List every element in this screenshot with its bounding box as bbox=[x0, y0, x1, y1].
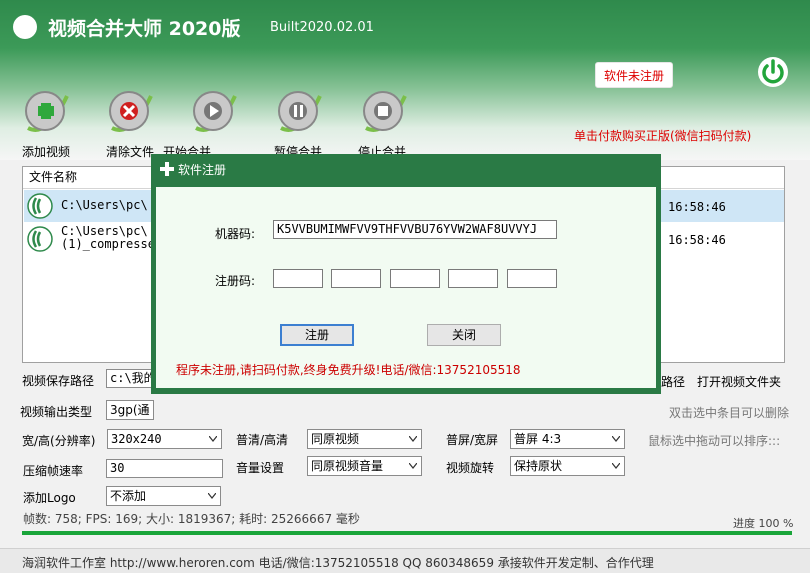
app-title: 视频合并大师 2020版 bbox=[48, 18, 241, 40]
resolution-label: 宽/高(分辨率) bbox=[22, 434, 96, 448]
video-file-icon bbox=[27, 193, 53, 219]
screen-value: 普屏 4:3 bbox=[514, 432, 562, 446]
fps-label: 压缩帧速率 bbox=[23, 464, 84, 478]
close-button[interactable]: 关闭 bbox=[427, 324, 501, 346]
buy-link[interactable]: 单击付款购买正版(微信扫码付款) bbox=[574, 127, 751, 144]
delete-icon bbox=[109, 91, 153, 132]
register-button[interactable]: 注册 bbox=[280, 324, 354, 346]
screen-label: 普屏/宽屏 bbox=[446, 433, 499, 447]
reg-code-input-1[interactable] bbox=[273, 269, 323, 288]
pause-merge-button[interactable]: 暂停合并 bbox=[274, 88, 335, 159]
file-time: 16:58:46 bbox=[668, 233, 726, 247]
register-dialog: 软件注册 机器码: K5VVBUMIMWFVV9THFVVBU76YVW2WAF… bbox=[151, 154, 661, 394]
chevron-down-icon bbox=[612, 436, 620, 442]
screen-select[interactable]: 普屏 4:3 bbox=[510, 429, 625, 449]
resolution-value: 320x240 bbox=[111, 432, 162, 446]
dialog-body: 机器码: K5VVBUMIMWFVV9THFVVBU76YVW2WAF8UVVY… bbox=[156, 187, 656, 388]
output-type-select[interactable]: 3gp(通 bbox=[106, 400, 154, 420]
file-path: C:\Users\pc\ (1)_compresse bbox=[61, 225, 155, 251]
dialog-title: 软件注册 bbox=[178, 163, 227, 177]
add-video-button[interactable]: 添加视频 bbox=[22, 88, 82, 159]
save-path-label: 视频保存路径 bbox=[22, 374, 95, 388]
save-path-input[interactable]: c:\我的 bbox=[106, 369, 154, 388]
pause-icon bbox=[278, 91, 322, 132]
machine-code-label: 机器码: bbox=[215, 227, 256, 241]
play-icon bbox=[193, 91, 237, 132]
progress-label: 进度 100 % bbox=[733, 517, 794, 530]
file-path: C:\Users\pc\ bbox=[61, 198, 148, 212]
quality-select[interactable]: 同原视频 bbox=[307, 429, 422, 449]
chevron-down-icon bbox=[208, 493, 216, 499]
rotate-select[interactable]: 保持原状 bbox=[510, 456, 625, 476]
dblclick-hint: 双击选中条目可以删除 bbox=[669, 406, 790, 420]
resolution-select[interactable]: 320x240 bbox=[107, 429, 222, 449]
add-video-label: 添加视频 bbox=[22, 145, 71, 159]
stop-merge-button[interactable]: 停止合并 bbox=[358, 88, 420, 159]
reg-code-input-5[interactable] bbox=[507, 269, 557, 288]
open-folder-link[interactable]: 打开视频文件夹 bbox=[697, 373, 781, 390]
reg-code-input-2[interactable] bbox=[331, 269, 381, 288]
logo-value: 不添加 bbox=[110, 489, 147, 503]
plus-icon bbox=[160, 162, 174, 176]
chevron-down-icon bbox=[209, 436, 217, 442]
chevron-down-icon bbox=[612, 463, 620, 469]
progress-fill bbox=[22, 531, 792, 535]
output-type-label: 视频输出类型 bbox=[20, 405, 93, 419]
drag-hint: 鼠标选中拖动可以排序::: bbox=[648, 434, 781, 448]
rotate-value: 保持原状 bbox=[514, 459, 563, 473]
file-path-line2: (1)_compresse bbox=[61, 237, 155, 251]
stop-icon bbox=[363, 91, 407, 132]
file-time: 16:58:46 bbox=[668, 200, 726, 214]
register-status-button[interactable]: 软件未注册 bbox=[595, 62, 673, 88]
progress-bar bbox=[22, 531, 792, 535]
reg-code-input-3[interactable] bbox=[390, 269, 440, 288]
fps-input[interactable]: 30 bbox=[106, 459, 223, 478]
choose-path-link[interactable]: 路径 bbox=[661, 373, 685, 390]
logo-select[interactable]: 不添加 bbox=[106, 486, 221, 506]
unregistered-warning: 程序未注册,请扫码付款,终身免费升级!电话/微信:13752105518 bbox=[176, 363, 521, 377]
reg-code-label: 注册码: bbox=[215, 274, 256, 288]
clear-files-label: 清除文件 bbox=[106, 145, 155, 159]
build-version: Built2020.02.01 bbox=[270, 20, 374, 35]
logo-label: 添加Logo bbox=[23, 491, 76, 505]
footer: 海润软件工作室 http://www.heroren.com 电话/微信:137… bbox=[0, 548, 810, 573]
footer-text: 海润软件工作室 http://www.heroren.com 电话/微信:137… bbox=[22, 556, 654, 570]
chevron-down-icon bbox=[409, 463, 417, 469]
volume-value: 同原视频音量 bbox=[311, 459, 384, 473]
machine-code-field[interactable]: K5VVBUMIMWFVV9THFVVBU76YVW2WAF8UVVYJ bbox=[273, 220, 557, 239]
volume-select[interactable]: 同原视频音量 bbox=[307, 456, 422, 476]
merge-stats: 帧数: 758; FPS: 169; 大小: 1819367; 耗时: 2526… bbox=[23, 512, 360, 526]
start-merge-button[interactable]: 开始合并 bbox=[163, 88, 250, 159]
add-icon bbox=[25, 91, 69, 132]
volume-label: 音量设置 bbox=[236, 461, 285, 475]
clear-files-button[interactable]: 清除文件 bbox=[106, 88, 166, 159]
quality-label: 普清/高清 bbox=[236, 433, 289, 447]
reg-code-input-4[interactable] bbox=[448, 269, 498, 288]
app-logo-icon bbox=[13, 15, 37, 39]
rotate-label: 视频旋转 bbox=[446, 461, 495, 475]
power-icon[interactable] bbox=[757, 56, 789, 88]
output-type-value: 3gp(通 bbox=[110, 403, 150, 417]
quality-value: 同原视频 bbox=[311, 432, 360, 446]
video-file-icon bbox=[27, 226, 53, 252]
chevron-down-icon bbox=[409, 436, 417, 442]
